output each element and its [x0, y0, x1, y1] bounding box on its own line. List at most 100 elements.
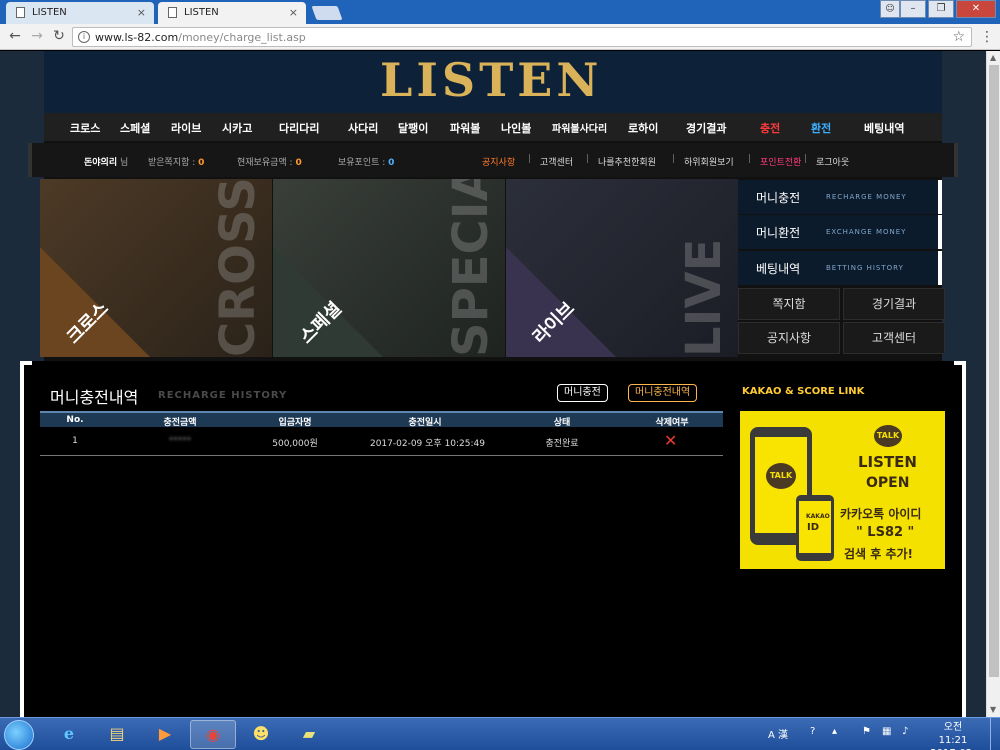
grid-button-customer-center[interactable]: 고객센터 — [843, 322, 945, 354]
banner-live[interactable]: LIVE 라이브 — [506, 179, 738, 357]
points-balance: 보유포인트 : 0 — [338, 158, 395, 168]
table-header: No. 충전금액 입금자명 충전일시 상태 삭제여부 — [40, 411, 723, 428]
messenger-icon[interactable]: ☻ — [238, 720, 284, 749]
grid-button-notice[interactable]: 공지사항 — [738, 322, 840, 354]
kakao-line-open: OPEN — [866, 475, 910, 491]
link-logout[interactable]: 로그아웃 — [816, 155, 849, 168]
cell-datetime: 2017-02-09 오후 10:25:49 — [369, 439, 485, 449]
start-button[interactable] — [4, 720, 34, 750]
kakao-banner[interactable]: TALK KAKAO ID TALK LISTEN OPEN 카카오톡 아이디 … — [740, 411, 945, 569]
nav-item-cross[interactable]: 크로스 — [70, 120, 100, 136]
nav-item-live[interactable]: 라이브 — [171, 120, 201, 136]
kakao-line-id-label: 카카오톡 아이디 — [840, 507, 922, 521]
received-messages[interactable]: 받은쪽지함 : 0 — [148, 155, 204, 168]
kakao-line-listen: LISTEN — [858, 453, 917, 471]
reload-icon[interactable]: ↻ — [50, 28, 68, 44]
browser-tab-strip: LISTEN × LISTEN × ☺ – ❐ ✕ — [0, 0, 1000, 24]
kakao-section-title: KAKAO & SCORE LINK — [742, 386, 865, 397]
system-clock[interactable]: 오전 11:21 2017-02-10 — [928, 721, 978, 750]
chrome-icon[interactable]: ◉ — [190, 720, 236, 749]
media-player-icon[interactable]: ▶ — [142, 720, 188, 749]
grid-button-messages[interactable]: 쪽지함 — [738, 288, 840, 320]
tray-expand-icon[interactable]: ▴ — [832, 726, 837, 737]
address-bar[interactable]: i www.ls-82.com/money/charge_list.asp ☆ — [72, 27, 972, 47]
side-menu-recharge[interactable]: 머니충전 RECHARGE MONEY — [738, 180, 942, 214]
phone-small-image: KAKAO ID — [796, 495, 834, 561]
minimize-button[interactable]: – — [900, 0, 926, 18]
show-desktop-button[interactable] — [990, 718, 1000, 750]
scrollbar-thumb[interactable] — [989, 65, 999, 677]
link-notice[interactable]: 공지사항 — [482, 155, 515, 168]
internet-explorer-icon[interactable]: e — [46, 720, 92, 749]
ime-indicator[interactable]: A 漢 — [768, 726, 788, 741]
help-icon[interactable]: ? — [810, 726, 815, 737]
side-menu-exchange[interactable]: 머니환전 EXCHANGE MONEY — [738, 215, 942, 249]
browser-tab-2[interactable]: LISTEN × — [158, 2, 306, 24]
browser-tab-1[interactable]: LISTEN × — [6, 2, 154, 24]
kakao-line-add: 검색 후 추가! — [844, 547, 914, 561]
separator: | — [748, 154, 752, 164]
kakao-line-id: " LS82 " — [856, 525, 915, 540]
recharge-button[interactable]: 머니충전 — [557, 384, 608, 402]
nav-item-betting-history[interactable]: 베팅내역 — [864, 120, 904, 136]
link-point-convert[interactable]: 포인트전환 — [760, 155, 801, 168]
recharge-history-button[interactable]: 머니충전내역 — [628, 384, 698, 402]
banner-special[interactable]: SPECIAL 스페셜 — [273, 179, 505, 357]
side-menu-label: 머니환전 — [756, 226, 801, 240]
link-recommender[interactable]: 나를추천한회원 — [598, 155, 656, 168]
windows-taskbar: e ▤ ▶ ◉ ☻ ▰ A 漢 ? ▴ ⚑ ▦ ♪ 오전 11:21 2017-… — [0, 717, 1000, 750]
page-icon — [16, 7, 25, 18]
tab-close-icon[interactable]: × — [289, 6, 298, 19]
user-info-bar: 돈야의리 님 받은쪽지함 : 0 현재보유금액 : 0 보유포인트 : 0 공지… — [28, 143, 958, 177]
back-arrow-icon[interactable]: ← — [6, 28, 24, 44]
delete-x-icon[interactable]: ✕ — [664, 431, 677, 450]
side-menu-betting-history[interactable]: 베팅내역 BETTING HISTORY — [738, 251, 942, 285]
separator: | — [804, 154, 808, 164]
link-sub-members[interactable]: 하위회원보기 — [684, 155, 734, 168]
scroll-down-icon[interactable]: ▼ — [990, 705, 996, 714]
page-viewport: LISTEN 크로스 스페셜 라이브 시카고 다리다리 사다리 달팽이 파워볼 … — [0, 51, 986, 717]
nav-item-results[interactable]: 경기결과 — [686, 120, 726, 136]
page-icon — [168, 7, 177, 18]
separator: | — [586, 154, 590, 164]
banner-cross[interactable]: CROSS 크로스 — [40, 179, 272, 357]
nav-item-powerball[interactable]: 파워볼 — [450, 120, 480, 136]
nav-item-nineball[interactable]: 나인볼 — [501, 120, 531, 136]
browser-toolbar: ← → ↻ i www.ls-82.com/money/charge_list.… — [0, 24, 1000, 50]
tab-close-icon[interactable]: × — [137, 6, 146, 19]
phone-id-text: ID — [807, 522, 820, 533]
site-logo[interactable]: LISTEN — [380, 53, 602, 107]
grid-button-results[interactable]: 경기결과 — [843, 288, 945, 320]
vertical-scrollbar[interactable]: ▲ ▼ — [986, 51, 1000, 717]
page-title: 머니충전내역 — [50, 388, 139, 407]
nav-item-lohi[interactable]: 로하이 — [628, 120, 658, 136]
nav-item-ladder[interactable]: 사다리 — [348, 120, 378, 136]
nav-item-exchange[interactable]: 환전 — [811, 120, 831, 136]
nav-item-daridari[interactable]: 다리다리 — [279, 120, 319, 136]
close-window-button[interactable]: ✕ — [956, 0, 996, 18]
scroll-up-icon[interactable]: ▲ — [990, 53, 996, 62]
volume-icon[interactable]: ♪ — [902, 726, 908, 737]
tab-title: LISTEN — [184, 7, 219, 18]
side-menu-sublabel: EXCHANGE MONEY — [826, 228, 907, 236]
nav-item-powerball-ladder[interactable]: 파워볼사다리 — [552, 120, 607, 135]
bookmark-star-icon[interactable]: ☆ — [952, 29, 965, 45]
nav-item-charge[interactable]: 충전 — [760, 120, 780, 136]
file-explorer-icon[interactable]: ▤ — [94, 720, 140, 749]
forward-arrow-icon[interactable]: → — [28, 28, 46, 44]
cell-depositor: 500,000원 — [272, 439, 318, 449]
notes-icon[interactable]: ▰ — [286, 720, 332, 749]
network-icon[interactable]: ▦ — [882, 726, 891, 737]
site-info-icon[interactable]: i — [78, 31, 90, 43]
nav-item-snail[interactable]: 달팽이 — [398, 120, 428, 136]
nav-item-special[interactable]: 스페셜 — [120, 120, 150, 136]
new-tab-button[interactable] — [311, 6, 343, 20]
link-customer-center[interactable]: 고객센터 — [540, 155, 573, 168]
browser-menu-icon[interactable]: ⋮ — [980, 29, 994, 45]
column-header: 충전금액 — [163, 418, 197, 428]
banner-eng-text: SPECIAL — [443, 179, 499, 357]
user-profile-icon[interactable]: ☺ — [880, 0, 900, 18]
nav-item-chicago[interactable]: 시카고 — [222, 120, 252, 136]
flag-icon[interactable]: ⚑ — [862, 726, 871, 737]
maximize-button[interactable]: ❐ — [928, 0, 954, 18]
